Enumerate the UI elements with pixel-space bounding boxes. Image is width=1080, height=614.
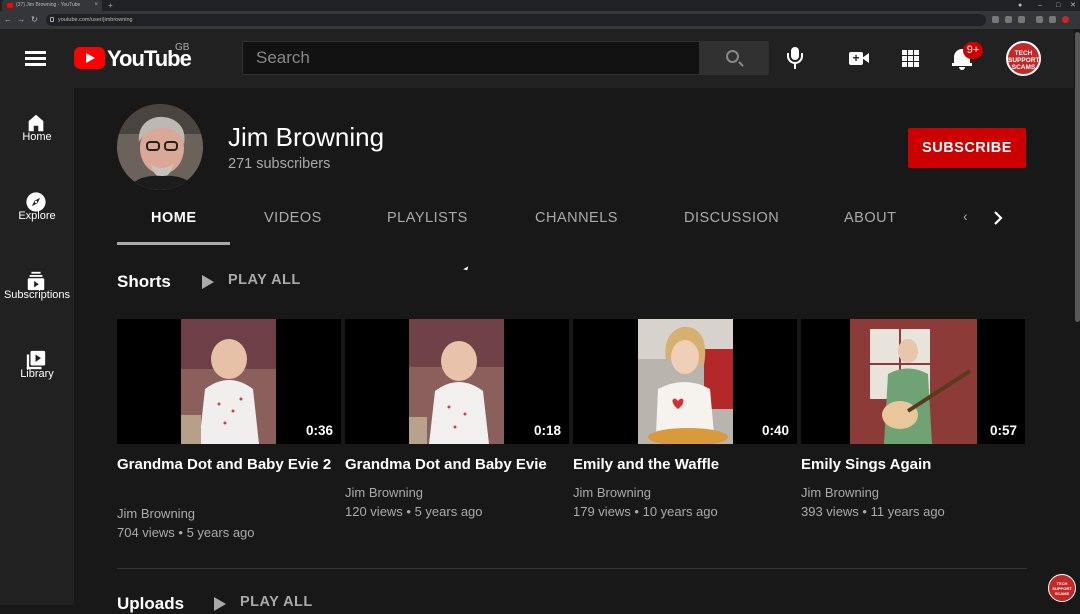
account-avatar[interactable]: TECH SUPPORT SCAMS [1006, 41, 1041, 76]
thumbnail-image [638, 319, 733, 444]
play-icon [202, 275, 214, 289]
browser-tab-title: (37) Jim Browning - YouTube [16, 2, 81, 8]
youtube-favicon-icon [7, 3, 13, 8]
extension-icon[interactable] [992, 16, 999, 23]
subscribe-button[interactable]: SUBSCRIBE [908, 128, 1026, 168]
sidebar-item-label: Home [22, 131, 52, 143]
minimize-button[interactable]: – [1038, 0, 1042, 11]
thumbnail-image [181, 319, 276, 444]
play-icon [214, 597, 226, 611]
reload-button[interactable]: ↻ [31, 15, 38, 25]
browser-profile-icon[interactable]: ● [1018, 0, 1022, 11]
sidebar-item-library[interactable]: Library [0, 325, 74, 395]
search-input[interactable]: Search [242, 41, 700, 75]
sidebar-item-label: Subscriptions [3, 289, 71, 301]
new-tab-button[interactable]: + [108, 0, 113, 11]
video-title[interactable]: Emily Sings Again [801, 454, 1021, 475]
shorts-shelf-title[interactable]: Shorts [117, 272, 171, 292]
url-text: youtube.com/user/jimbrowning [58, 17, 133, 23]
video-author[interactable]: Jim Browning [573, 485, 651, 500]
create-video-icon[interactable]: + [849, 51, 869, 66]
video-thumbnail[interactable]: 0:57 [801, 319, 1025, 444]
zoom-icon[interactable] [1005, 16, 1012, 23]
browser-tabstrip: (37) Jim Browning - YouTube × + ● – □ ✕ [0, 0, 1080, 11]
channel-avatar-image [117, 104, 203, 190]
uploads-shelf-title[interactable]: Uploads [117, 594, 184, 614]
video-duration: 0:57 [989, 423, 1017, 438]
watermark-logo: TECH SUPPORT SCAMS [1048, 574, 1076, 602]
notifications-badge: 9+ [963, 42, 983, 59]
microphone-icon[interactable] [786, 47, 804, 71]
lock-icon [50, 17, 54, 22]
video-thumbnail[interactable]: 0:18 [345, 319, 569, 444]
maximize-button[interactable]: □ [1056, 0, 1060, 11]
puzzle-icon[interactable] [1049, 16, 1056, 23]
window-close-button[interactable]: ✕ [1070, 0, 1076, 11]
tab-scroll-left-icon[interactable]: ‹ [963, 208, 968, 224]
sidebar-item-home[interactable]: Home [0, 88, 74, 158]
play-all-button[interactable]: PLAY ALL [200, 272, 301, 289]
video-stats: 393 views • 11 years ago [801, 504, 945, 519]
browser-tab[interactable]: (37) Jim Browning - YouTube × [2, 0, 102, 11]
channel-name: Jim Browning [228, 122, 385, 152]
video-duration: 0:36 [305, 423, 333, 438]
video-duration: 0:18 [533, 423, 561, 438]
video-thumbnail[interactable]: 0:36 [117, 319, 341, 444]
tab-discussion[interactable]: DISCUSSION [684, 210, 779, 226]
video-thumbnail[interactable]: 0:40 [573, 319, 797, 444]
thumbnail-image [850, 319, 977, 444]
video-author[interactable]: Jim Browning [117, 506, 195, 521]
uploads-play-all-button[interactable]: PLAY ALL [212, 594, 313, 611]
video-author[interactable]: Jim Browning [345, 485, 423, 500]
sidebar-item-explore[interactable]: Explore [0, 167, 74, 237]
section-divider [117, 568, 1027, 569]
scrollbar-thumb[interactable] [1075, 32, 1080, 322]
video-title[interactable]: Grandma Dot and Baby Evie 2 [117, 454, 337, 475]
video-title[interactable]: Grandma Dot and Baby Evie [345, 454, 565, 475]
sidebar: Home Explore Subscriptions Library [0, 88, 74, 605]
tab-close-icon[interactable]: × [94, 0, 98, 11]
bookmark-star-icon[interactable] [1018, 16, 1025, 23]
thumbnail-image [409, 319, 504, 444]
apps-grid-icon[interactable] [902, 50, 919, 67]
browser-address-bar: ← → ↻ youtube.com/user/jimbrowning [0, 11, 1080, 29]
search-button[interactable] [699, 41, 769, 75]
video-author[interactable]: Jim Browning [801, 485, 879, 500]
video-stats: 120 views • 5 years ago [345, 504, 483, 519]
extension-icon[interactable] [1036, 16, 1043, 23]
video-stats: 704 views • 5 years ago [117, 525, 255, 540]
tab-home[interactable]: HOME [151, 210, 197, 226]
tab-channels[interactable]: CHANNELS [535, 210, 618, 226]
forward-button[interactable]: → [17, 15, 25, 25]
search-icon [726, 50, 739, 63]
video-duration: 0:40 [761, 423, 789, 438]
channel-avatar[interactable] [117, 104, 203, 190]
url-field[interactable]: youtube.com/user/jimbrowning [46, 14, 986, 26]
region-code: GB [175, 42, 190, 53]
sidebar-item-label: Explore [18, 210, 56, 222]
profile-avatar-icon[interactable] [1062, 16, 1069, 23]
active-tab-indicator [117, 242, 230, 245]
chevron-right-icon[interactable] [993, 211, 1003, 225]
tab-about[interactable]: ABOUT [844, 210, 896, 226]
menu-icon[interactable] [25, 51, 46, 66]
tab-videos[interactable]: VIDEOS [264, 210, 322, 226]
play-all-label: PLAY ALL [228, 272, 301, 288]
play-all-label: PLAY ALL [240, 594, 313, 610]
video-title[interactable]: Emily and the Waffle [573, 454, 793, 475]
youtube-play-icon [74, 47, 105, 69]
sidebar-item-label: Library [20, 368, 54, 380]
subscriber-count: 271 subscribers [228, 156, 331, 172]
back-button[interactable]: ← [4, 15, 12, 25]
sidebar-item-subscriptions[interactable]: Subscriptions [0, 246, 74, 316]
video-stats: 179 views • 10 years ago [573, 504, 718, 519]
tab-playlists[interactable]: PLAYLISTS [387, 210, 468, 226]
